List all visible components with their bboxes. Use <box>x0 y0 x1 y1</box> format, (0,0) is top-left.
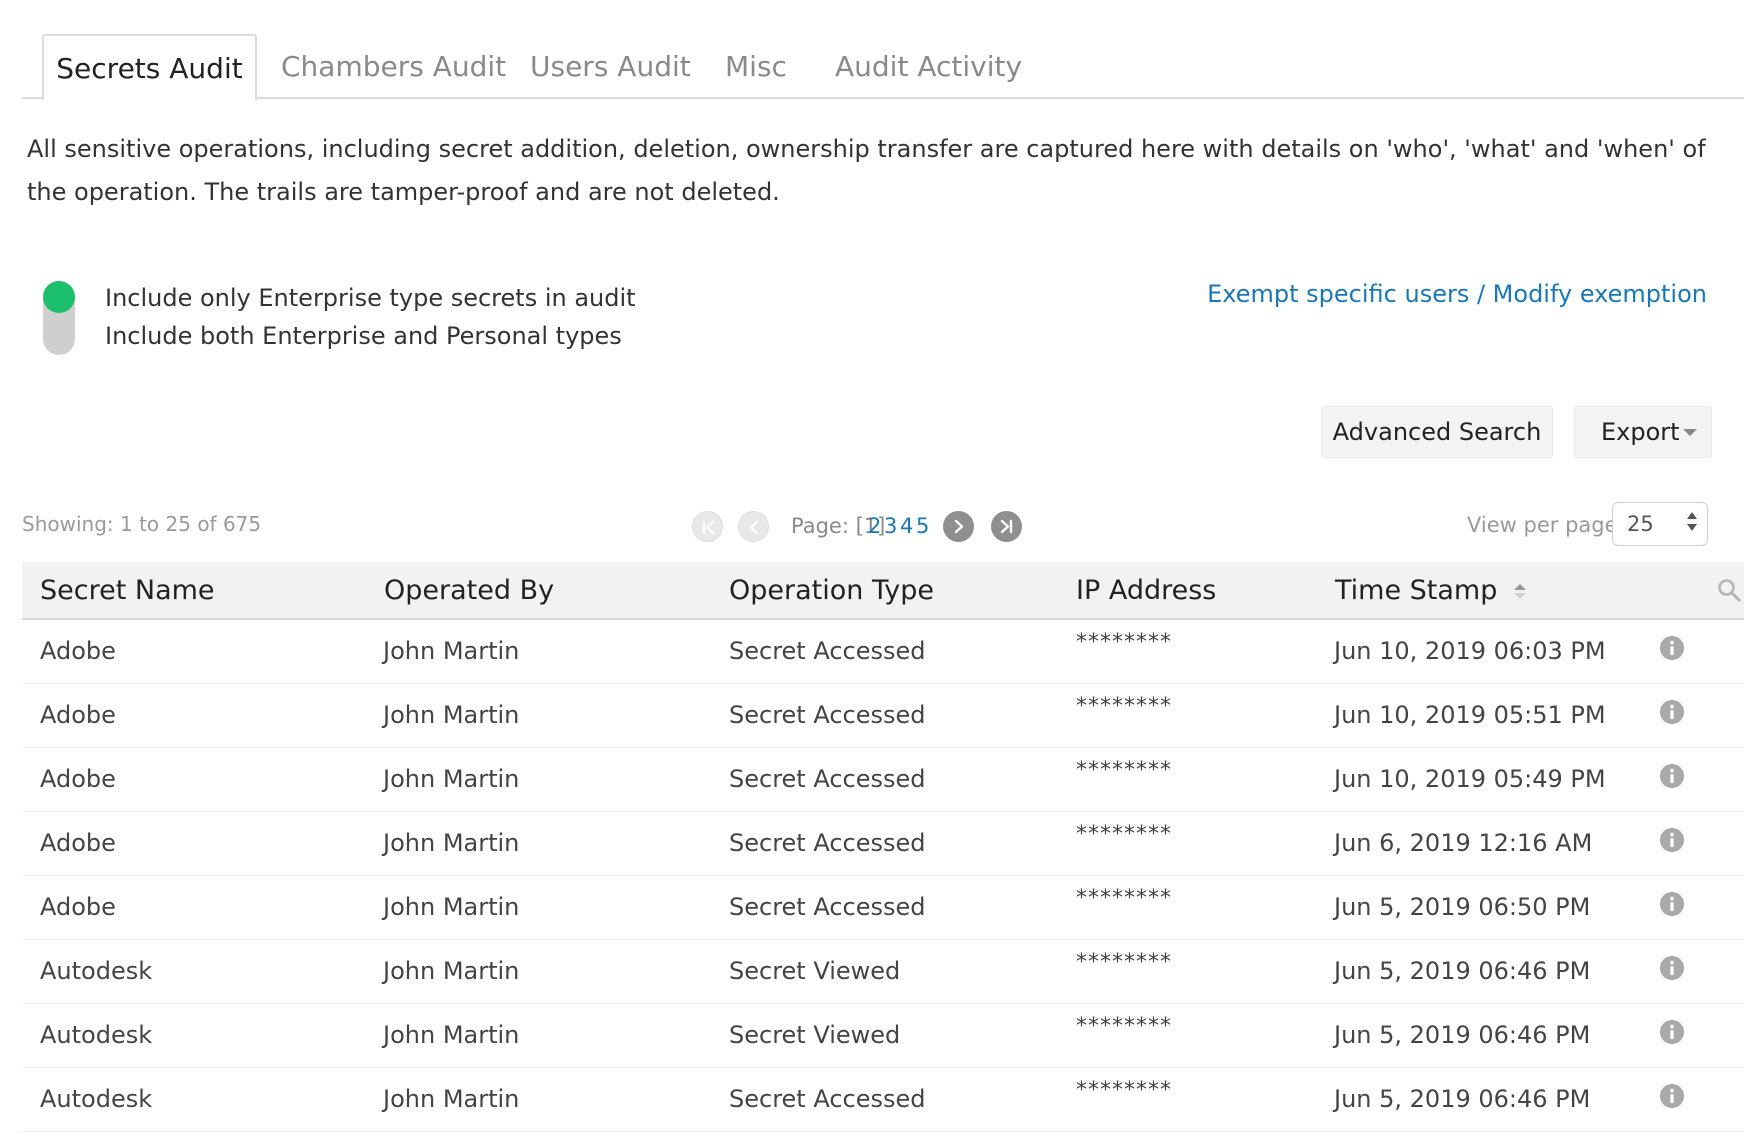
cell-time-stamp: Jun 10, 2019 06:03 PM <box>1334 637 1606 665</box>
cell-operation-type: Secret Accessed <box>729 893 926 921</box>
cell-secret-name[interactable]: Adobe <box>40 812 116 874</box>
tab-chambers-audit[interactable]: Chambers Audit <box>281 34 506 99</box>
cell-operated-by: John Martin <box>383 637 520 665</box>
cell-operated-by: John Martin <box>383 893 520 921</box>
page-link-3[interactable]: 3 <box>884 514 897 538</box>
table-row: Autodesk John Martin Secret Accessed ***… <box>22 1068 1744 1132</box>
cell-operated-by: John Martin <box>383 765 520 793</box>
info-icon[interactable] <box>1659 635 1685 661</box>
cell-ip-address: ******** <box>1076 758 1172 783</box>
table-row: Autodesk John Martin Secret Viewed *****… <box>22 940 1744 1004</box>
info-icon[interactable] <box>1659 955 1685 981</box>
info-icon[interactable] <box>1659 763 1685 789</box>
toggle-knob <box>43 281 75 313</box>
cell-operation-type: Secret Accessed <box>729 829 926 857</box>
cell-time-stamp: Jun 6, 2019 12:16 AM <box>1334 829 1593 857</box>
cell-operation-type: Secret Viewed <box>729 957 901 985</box>
cell-ip-address: ******** <box>1076 950 1172 975</box>
caret-down-icon <box>1683 429 1697 436</box>
cell-operated-by: John Martin <box>383 701 520 729</box>
audit-tabs: Secrets Audit Chambers Audit Users Audit… <box>22 34 1744 101</box>
advanced-search-button[interactable]: Advanced Search <box>1321 406 1553 458</box>
cell-secret-name[interactable]: Autodesk <box>40 1004 152 1066</box>
cell-secret-name[interactable]: Adobe <box>40 876 116 938</box>
cell-operation-type: Secret Accessed <box>729 1085 926 1113</box>
toggle-option-enterprise-personal[interactable]: Include both Enterprise and Personal typ… <box>105 322 622 350</box>
cell-operation-type: Secret Accessed <box>729 701 926 729</box>
last-page-icon[interactable] <box>991 511 1022 542</box>
col-secret-name[interactable]: Secret Name <box>40 562 215 620</box>
cell-ip-address: ******** <box>1076 1078 1172 1103</box>
table-row: Adobe John Martin Secret Accessed ******… <box>22 684 1744 748</box>
tab-audit-activity[interactable]: Audit Activity <box>835 34 1022 99</box>
search-icon[interactable] <box>1716 577 1742 607</box>
cell-ip-address: ******** <box>1076 886 1172 911</box>
cell-operated-by: John Martin <box>383 829 520 857</box>
col-time-stamp[interactable]: Time Stamp <box>1335 562 1526 620</box>
sort-icon[interactable] <box>1513 583 1526 601</box>
prev-page-icon[interactable] <box>738 511 769 542</box>
tab-users-audit[interactable]: Users Audit <box>530 34 691 99</box>
cell-operation-type: Secret Viewed <box>729 1021 901 1049</box>
col-operation-type[interactable]: Operation Type <box>729 562 934 620</box>
audit-description: All sensitive operations, including secr… <box>27 135 1706 206</box>
view-per-page-value: 25 <box>1627 512 1654 536</box>
cell-operated-by: John Martin <box>383 957 520 985</box>
cell-time-stamp: Jun 5, 2019 06:50 PM <box>1334 893 1591 921</box>
select-arrows-icon <box>1687 512 1697 531</box>
cell-time-stamp: Jun 10, 2019 05:49 PM <box>1334 765 1606 793</box>
info-icon[interactable] <box>1659 891 1685 917</box>
page-link-5[interactable]: 5 <box>916 514 929 538</box>
cell-secret-name[interactable]: Autodesk <box>40 1068 152 1130</box>
table-row: Adobe John Martin Secret Accessed ******… <box>22 812 1744 876</box>
cell-operated-by: John Martin <box>383 1085 520 1113</box>
table-row: Adobe John Martin Secret Accessed ******… <box>22 748 1744 812</box>
cell-ip-address: ******** <box>1076 822 1172 847</box>
cell-time-stamp: Jun 10, 2019 05:51 PM <box>1334 701 1606 729</box>
info-icon[interactable] <box>1659 699 1685 725</box>
table-header: Secret Name Operated By Operation Type I… <box>22 562 1744 620</box>
cell-time-stamp: Jun 5, 2019 06:46 PM <box>1334 1085 1591 1113</box>
toggle-option-enterprise-only[interactable]: Include only Enterprise type secrets in … <box>105 284 636 312</box>
cell-operation-type: Secret Accessed <box>729 637 926 665</box>
table-row: Adobe John Martin Secret Accessed ******… <box>22 620 1744 684</box>
showing-count: Showing: 1 to 25 of 675 <box>22 512 262 536</box>
cell-secret-name[interactable]: Adobe <box>40 684 116 746</box>
exempt-users-link[interactable]: Exempt specific users / Modify exemption <box>1207 280 1707 308</box>
view-per-page-label: View per page <box>1467 513 1618 537</box>
col-time-stamp-label: Time Stamp <box>1335 575 1498 606</box>
table-row: Adobe John Martin Secret Accessed ******… <box>22 876 1744 940</box>
cell-secret-name[interactable]: Autodesk <box>40 940 152 1002</box>
cell-ip-address: ******** <box>1076 630 1172 655</box>
cell-time-stamp: Jun 5, 2019 06:46 PM <box>1334 1021 1591 1049</box>
tab-misc[interactable]: Misc <box>725 34 787 99</box>
cell-operated-by: John Martin <box>383 1021 520 1049</box>
page-link-2[interactable]: 2 <box>868 514 881 538</box>
audit-table-body: Adobe John Martin Secret Accessed ******… <box>22 620 1744 1132</box>
cell-ip-address: ******** <box>1076 694 1172 719</box>
cell-operation-type: Secret Accessed <box>729 765 926 793</box>
next-page-icon[interactable] <box>943 511 974 542</box>
cell-time-stamp: Jun 5, 2019 06:46 PM <box>1334 957 1591 985</box>
info-icon[interactable] <box>1659 1019 1685 1045</box>
table-row: Autodesk John Martin Secret Viewed *****… <box>22 1004 1744 1068</box>
tab-secrets-audit[interactable]: Secrets Audit <box>42 34 257 101</box>
cell-ip-address: ******** <box>1076 1014 1172 1039</box>
first-page-icon[interactable] <box>692 511 723 542</box>
page-link-4[interactable]: 4 <box>900 514 913 538</box>
cell-secret-name[interactable]: Adobe <box>40 620 116 682</box>
enterprise-toggle[interactable] <box>43 281 75 355</box>
export-button[interactable]: Export <box>1574 406 1712 458</box>
info-icon[interactable] <box>1659 827 1685 853</box>
cell-secret-name[interactable]: Adobe <box>40 748 116 810</box>
view-per-page-select[interactable]: 25 <box>1612 502 1708 546</box>
export-label: Export <box>1601 418 1680 446</box>
info-icon[interactable] <box>1659 1083 1685 1109</box>
col-operated-by[interactable]: Operated By <box>384 562 554 620</box>
